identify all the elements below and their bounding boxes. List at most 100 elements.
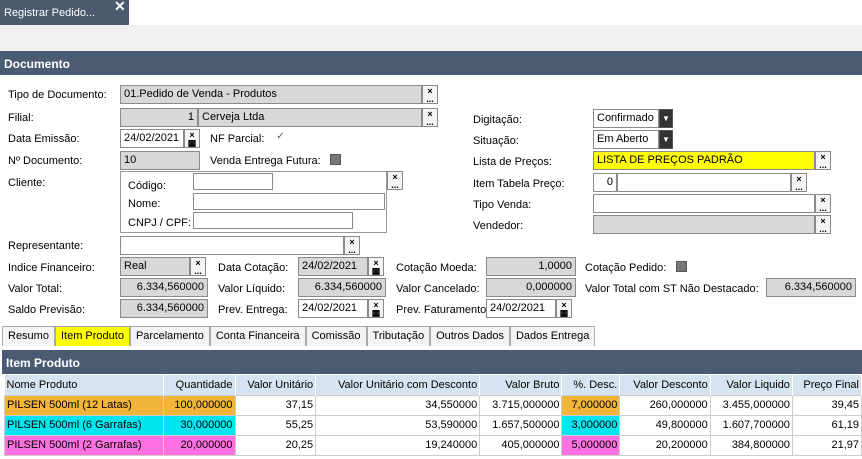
prev-faturamento-calendar-button[interactable]: × ▦: [556, 299, 572, 318]
table-row[interactable]: PILSEN 500ml (2 Garrafas) 20,000000 20,2…: [4, 434, 862, 456]
lista-precos-lookup-button[interactable]: ×...: [815, 151, 831, 170]
representante-lookup-button[interactable]: ×...: [344, 236, 360, 255]
table-cell[interactable]: 19,240000: [315, 434, 481, 456]
valor-cancelado-field: 0,000000: [486, 278, 576, 297]
item-tabela-preco-code-field[interactable]: 0: [593, 173, 617, 192]
numero-documento-label: Nº Documento:: [8, 155, 83, 167]
tab-parcelamento[interactable]: Parcelamento: [129, 326, 210, 346]
column-header[interactable]: Valor Unitário com Desconto: [315, 375, 481, 395]
cotacao-pedido-checkbox[interactable]: [676, 261, 687, 272]
table-cell[interactable]: 20,000000: [162, 434, 236, 456]
table-row[interactable]: PILSEN 500ml (12 Latas) 100,000000 37,15…: [4, 394, 862, 416]
table-cell[interactable]: 20,200000: [619, 434, 711, 456]
tab-outros-dados[interactable]: Outros Dados: [430, 326, 510, 346]
valor-total-st-field: 6.334,560000: [766, 278, 856, 297]
venda-entrega-futura-label: Venda Entrega Futura:: [210, 155, 321, 167]
data-emissao-field[interactable]: 24/02/2021: [120, 129, 184, 148]
table-cell[interactable]: PILSEN 500ml (2 Garrafas): [4, 434, 164, 456]
table-cell[interactable]: 405,000000: [479, 434, 563, 456]
prev-faturamento-label: Prev. Faturamento:: [396, 304, 490, 316]
close-icon[interactable]: ✕: [114, 0, 129, 18]
tab-bar: Resumo Item Produto Parcelamento Conta F…: [2, 326, 596, 346]
data-emissao-calendar-button[interactable]: × ▦: [184, 129, 200, 148]
table-cell[interactable]: 3.455,000000: [709, 394, 793, 416]
tipo-documento-field[interactable]: 01.Pedido de Venda - Produtos: [120, 85, 422, 104]
table-cell[interactable]: 7,000000: [561, 394, 621, 416]
cliente-lookup-button[interactable]: ×...: [387, 171, 403, 190]
table-cell[interactable]: 20,25: [234, 434, 317, 456]
representante-label: Representante:: [8, 240, 84, 252]
digitacao-select[interactable]: Confirmado: [593, 109, 659, 128]
prev-entrega-label: Prev. Entrega:: [218, 304, 288, 316]
situacao-chevron-down-icon[interactable]: ▼: [659, 130, 673, 149]
table-cell[interactable]: 30,000000: [162, 414, 236, 436]
lista-precos-label: Lista de Preços:: [473, 156, 552, 168]
filial-code-field[interactable]: 1: [120, 108, 198, 127]
tab-comissao[interactable]: Comissão: [305, 326, 367, 346]
item-tabela-preco-label: Item Tabela Preço:: [473, 178, 565, 190]
numero-documento-field[interactable]: 10: [120, 151, 200, 170]
cliente-cnpj-field[interactable]: [193, 212, 353, 229]
table-cell[interactable]: 21,97: [791, 434, 862, 456]
table-cell[interactable]: 39,45: [791, 394, 862, 416]
tab-tributacao[interactable]: Tributação: [366, 326, 431, 346]
window-tab[interactable]: Registrar Pedido...: [0, 0, 129, 25]
table-cell[interactable]: 1.607,700000: [709, 414, 793, 436]
tipo-venda-field[interactable]: [593, 194, 815, 213]
representante-field[interactable]: [120, 236, 344, 255]
table-cell[interactable]: 37,15: [234, 394, 317, 416]
table-cell[interactable]: 100,000000: [162, 394, 236, 416]
tab-resumo[interactable]: Resumo: [2, 326, 55, 346]
column-header[interactable]: Nome Produto: [4, 375, 164, 395]
cotacao-moeda-field[interactable]: 1,0000: [486, 257, 576, 276]
item-tabela-preco-name-field[interactable]: [617, 173, 791, 192]
situacao-select[interactable]: Em Aberto: [593, 130, 659, 149]
table-cell[interactable]: PILSEN 500ml (12 Latas): [4, 394, 164, 416]
column-header[interactable]: Valor Desconto: [619, 375, 711, 395]
table-row[interactable]: PILSEN 500ml (6 Garrafas) 30,000000 55,2…: [4, 414, 862, 436]
digitacao-chevron-down-icon[interactable]: ▼: [659, 109, 673, 128]
column-header[interactable]: Valor Liquido: [710, 375, 793, 395]
table-cell[interactable]: 260,000000: [619, 394, 711, 416]
column-header[interactable]: %. Desc.: [561, 375, 621, 395]
table-cell[interactable]: PILSEN 500ml (6 Garrafas): [4, 414, 164, 436]
section-header-documento: Documento: [0, 51, 862, 75]
column-header[interactable]: Quantidade: [163, 375, 236, 395]
table-cell[interactable]: 3,000000: [561, 414, 621, 436]
filial-lookup-button[interactable]: ×...: [422, 108, 438, 127]
table-cell[interactable]: 53,590000: [315, 414, 481, 436]
valor-liquido-label: Valor Líquido:: [218, 283, 286, 295]
indice-financeiro-field[interactable]: Real: [120, 257, 190, 276]
data-cotacao-calendar-button[interactable]: × ▦: [368, 257, 384, 276]
column-header[interactable]: Preço Final: [792, 375, 862, 395]
prev-faturamento-field[interactable]: 24/02/2021: [486, 299, 556, 318]
cliente-nome-field[interactable]: [193, 193, 385, 210]
cliente-codigo-field[interactable]: [193, 173, 273, 190]
column-header[interactable]: Valor Bruto: [479, 375, 563, 395]
vendedor-lookup-button[interactable]: ×...: [815, 215, 831, 234]
lista-precos-field[interactable]: LISTA DE PREÇOS PADRÃO: [593, 151, 815, 170]
column-header[interactable]: Valor Unitário: [235, 375, 317, 395]
tab-dados-entrega[interactable]: Dados Entrega: [509, 326, 596, 346]
table-cell[interactable]: 3.715,000000: [479, 394, 563, 416]
prev-entrega-calendar-button[interactable]: × ▦: [368, 299, 384, 318]
table-cell[interactable]: 55,25: [234, 414, 317, 436]
indice-financeiro-lookup-button[interactable]: ×...: [190, 257, 206, 276]
table-cell[interactable]: 1.657,500000: [479, 414, 563, 436]
tab-item-produto[interactable]: Item Produto: [54, 326, 130, 346]
venda-entrega-futura-checkbox[interactable]: [330, 154, 341, 165]
table-cell[interactable]: 49,800000: [619, 414, 711, 436]
prev-entrega-field[interactable]: 24/02/2021: [298, 299, 368, 318]
table-cell[interactable]: 61,19: [791, 414, 862, 436]
table-cell[interactable]: 5,000000: [561, 434, 621, 456]
vendedor-field[interactable]: [593, 215, 815, 234]
data-cotacao-field[interactable]: 24/02/2021: [298, 257, 368, 276]
table-cell[interactable]: 384,800000: [709, 434, 793, 456]
tipo-documento-lookup-button[interactable]: ×...: [422, 85, 438, 104]
tab-conta-financeira[interactable]: Conta Financeira: [209, 326, 306, 346]
tipo-documento-label: Tipo de Documento:: [8, 89, 107, 101]
item-tabela-preco-lookup-button[interactable]: ×...: [791, 173, 807, 192]
nf-parcial-checkbox[interactable]: ✓: [275, 132, 286, 143]
table-cell[interactable]: 34,550000: [315, 394, 481, 416]
tipo-venda-lookup-button[interactable]: ×...: [815, 194, 831, 213]
